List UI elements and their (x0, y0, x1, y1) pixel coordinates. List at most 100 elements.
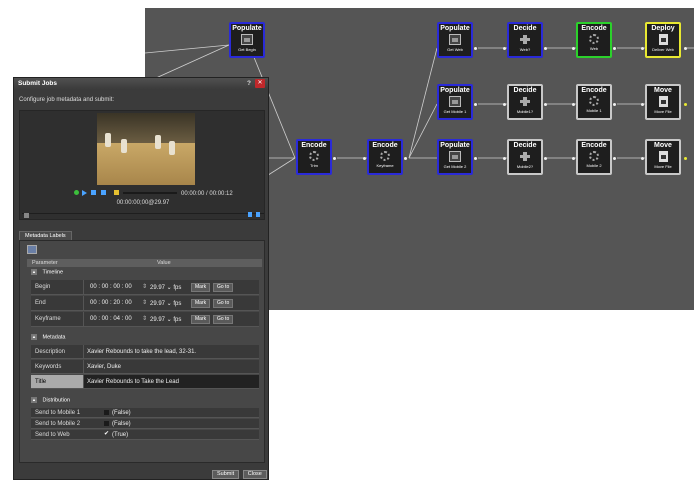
goto-button[interactable]: Go to (213, 299, 234, 308)
node-subtitle: Move File (654, 164, 672, 169)
node-populate-get-web[interactable]: Populate Get Web (437, 22, 473, 58)
goto-button[interactable]: Go to (213, 315, 234, 324)
mark-button[interactable]: Mark (191, 299, 211, 308)
node-decide-mobile-1[interactable]: Decide Mobile1? (507, 84, 543, 120)
mark-button[interactable]: Mark (191, 315, 211, 324)
section-timeline[interactable]: ▲ Timeline (27, 269, 262, 277)
help-icon[interactable]: ? (247, 80, 251, 87)
node-move-file-1[interactable]: Move Move File (645, 84, 681, 120)
step-forward-icon[interactable] (101, 190, 106, 195)
node-encode-trim[interactable]: Encode Trim (296, 139, 332, 175)
node-populate-get-begin[interactable]: Populate Get Begin (229, 22, 265, 58)
row-value[interactable]: Xavier, Duke (83, 360, 259, 373)
node-port[interactable] (684, 47, 687, 50)
description-field[interactable]: Xavier Rebounds to take the lead, 32-31. (87, 349, 196, 355)
timecode-input[interactable]: 00 : 00 : 20 : 00 (90, 300, 132, 306)
mark-button[interactable]: Mark (191, 283, 211, 292)
checkbox-label: (True) (112, 432, 129, 439)
spinner-icon[interactable]: ⇕ (142, 283, 147, 290)
node-port[interactable] (544, 47, 547, 50)
timecode-input[interactable]: 00 : 00 : 00 : 00 (90, 284, 132, 290)
collapse-arrow-icon[interactable]: ▲ (31, 269, 37, 275)
grid-view-icon[interactable] (27, 245, 37, 254)
fps-select[interactable]: 29.97 ⌄ fps (150, 300, 181, 307)
node-encode-mobile-2[interactable]: Encode Mobile 2 (576, 139, 612, 175)
node-port[interactable] (572, 47, 575, 50)
column-parameter[interactable]: Parameter (32, 260, 58, 266)
row-value[interactable]: (False) (104, 421, 131, 427)
checkbox[interactable] (104, 410, 109, 415)
dialog-titlebar[interactable]: Submit Jobs ? ✕ (14, 78, 268, 90)
node-port[interactable] (333, 157, 336, 160)
volume-slider[interactable] (123, 192, 177, 194)
title-field[interactable]: Xavier Rebounds to Take the Lead (87, 379, 179, 385)
fps-select[interactable]: 29.97 ⌄ fps (150, 316, 181, 323)
row-value[interactable]: Xavier Rebounds to take the lead, 32-31. (83, 345, 259, 358)
close-icon[interactable]: ✕ (255, 79, 265, 88)
row-value[interactable]: (False) (104, 410, 131, 416)
spinner-icon[interactable]: ⇕ (142, 299, 147, 306)
mark-in-icon[interactable] (248, 212, 252, 217)
play-icon[interactable] (82, 190, 87, 196)
timecode-input[interactable]: 00 : 00 : 04 : 00 (90, 316, 132, 322)
scrub-handle[interactable] (24, 213, 29, 218)
node-port[interactable] (684, 157, 687, 160)
node-port[interactable] (474, 47, 477, 50)
row-value[interactable]: ✔ (True) (104, 431, 129, 439)
checkmark-icon[interactable]: ✔ (104, 431, 109, 437)
node-port[interactable] (572, 103, 575, 106)
spinner-icon[interactable]: ⇕ (142, 315, 147, 322)
row-value[interactable]: Xavier Rebounds to Take the Lead (83, 375, 259, 388)
node-port[interactable] (363, 157, 366, 160)
node-port[interactable] (572, 157, 575, 160)
tab-metadata-labels[interactable]: Metadata Labels (19, 231, 72, 240)
section-metadata[interactable]: ▲ Metadata (27, 334, 262, 342)
scrub-bar[interactable] (22, 212, 264, 218)
node-port[interactable] (641, 47, 644, 50)
node-port[interactable] (474, 157, 477, 160)
close-button[interactable]: Close (242, 470, 267, 479)
node-port[interactable] (503, 103, 506, 106)
node-move-file-2[interactable]: Move Move File (645, 139, 681, 175)
column-value[interactable]: Value (157, 260, 171, 266)
node-port[interactable] (544, 103, 547, 106)
record-icon[interactable] (74, 190, 79, 195)
node-port[interactable] (613, 47, 616, 50)
node-deploy-deliver-web[interactable]: Deploy Deliver Web (645, 22, 681, 58)
node-port[interactable] (474, 103, 477, 106)
step-back-icon[interactable] (91, 190, 96, 195)
document-icon (449, 96, 461, 107)
node-port[interactable] (544, 157, 547, 160)
node-decide-web[interactable]: Decide Web? (507, 22, 543, 58)
keywords-field[interactable]: Xavier, Duke (87, 364, 121, 370)
submit-button[interactable]: Submit (212, 470, 240, 479)
node-port[interactable] (613, 103, 616, 106)
row-label: Keywords (35, 364, 62, 370)
collapse-arrow-icon[interactable]: ▲ (31, 334, 37, 340)
volume-icon[interactable] (114, 190, 119, 195)
node-encode-keyframe[interactable]: Encode Keyframe (367, 139, 403, 175)
node-port[interactable] (641, 157, 644, 160)
node-encode-mobile-1[interactable]: Encode Mobile 1 (576, 84, 612, 120)
node-port[interactable] (641, 103, 644, 106)
node-port[interactable] (684, 103, 687, 106)
node-title: Populate (440, 142, 470, 149)
video-frame[interactable] (97, 113, 195, 185)
row-label: Description (35, 349, 66, 355)
node-decide-mobile-2[interactable]: Decide Mobile2? (507, 139, 543, 175)
goto-button[interactable]: Go to (213, 283, 234, 292)
node-port[interactable] (404, 157, 407, 160)
mark-out-icon[interactable] (256, 212, 260, 217)
fps-select[interactable]: 29.97 ⌄ fps (150, 284, 181, 291)
node-port[interactable] (503, 157, 506, 160)
node-port[interactable] (503, 47, 506, 50)
collapse-arrow-icon[interactable]: ▲ (31, 397, 37, 403)
section-distribution[interactable]: ▲ Distribution (27, 397, 262, 405)
fps-unit: fps (173, 317, 182, 323)
node-populate-get-mobile-2[interactable]: Populate Get Mobile 2 (437, 139, 473, 175)
metadata-row-keywords: Keywords Xavier, Duke (31, 360, 259, 374)
node-populate-get-mobile-1[interactable]: Populate Get Mobile 1 (437, 84, 473, 120)
checkbox[interactable] (104, 421, 109, 426)
node-port[interactable] (613, 157, 616, 160)
node-encode-web[interactable]: Encode Web (576, 22, 612, 58)
